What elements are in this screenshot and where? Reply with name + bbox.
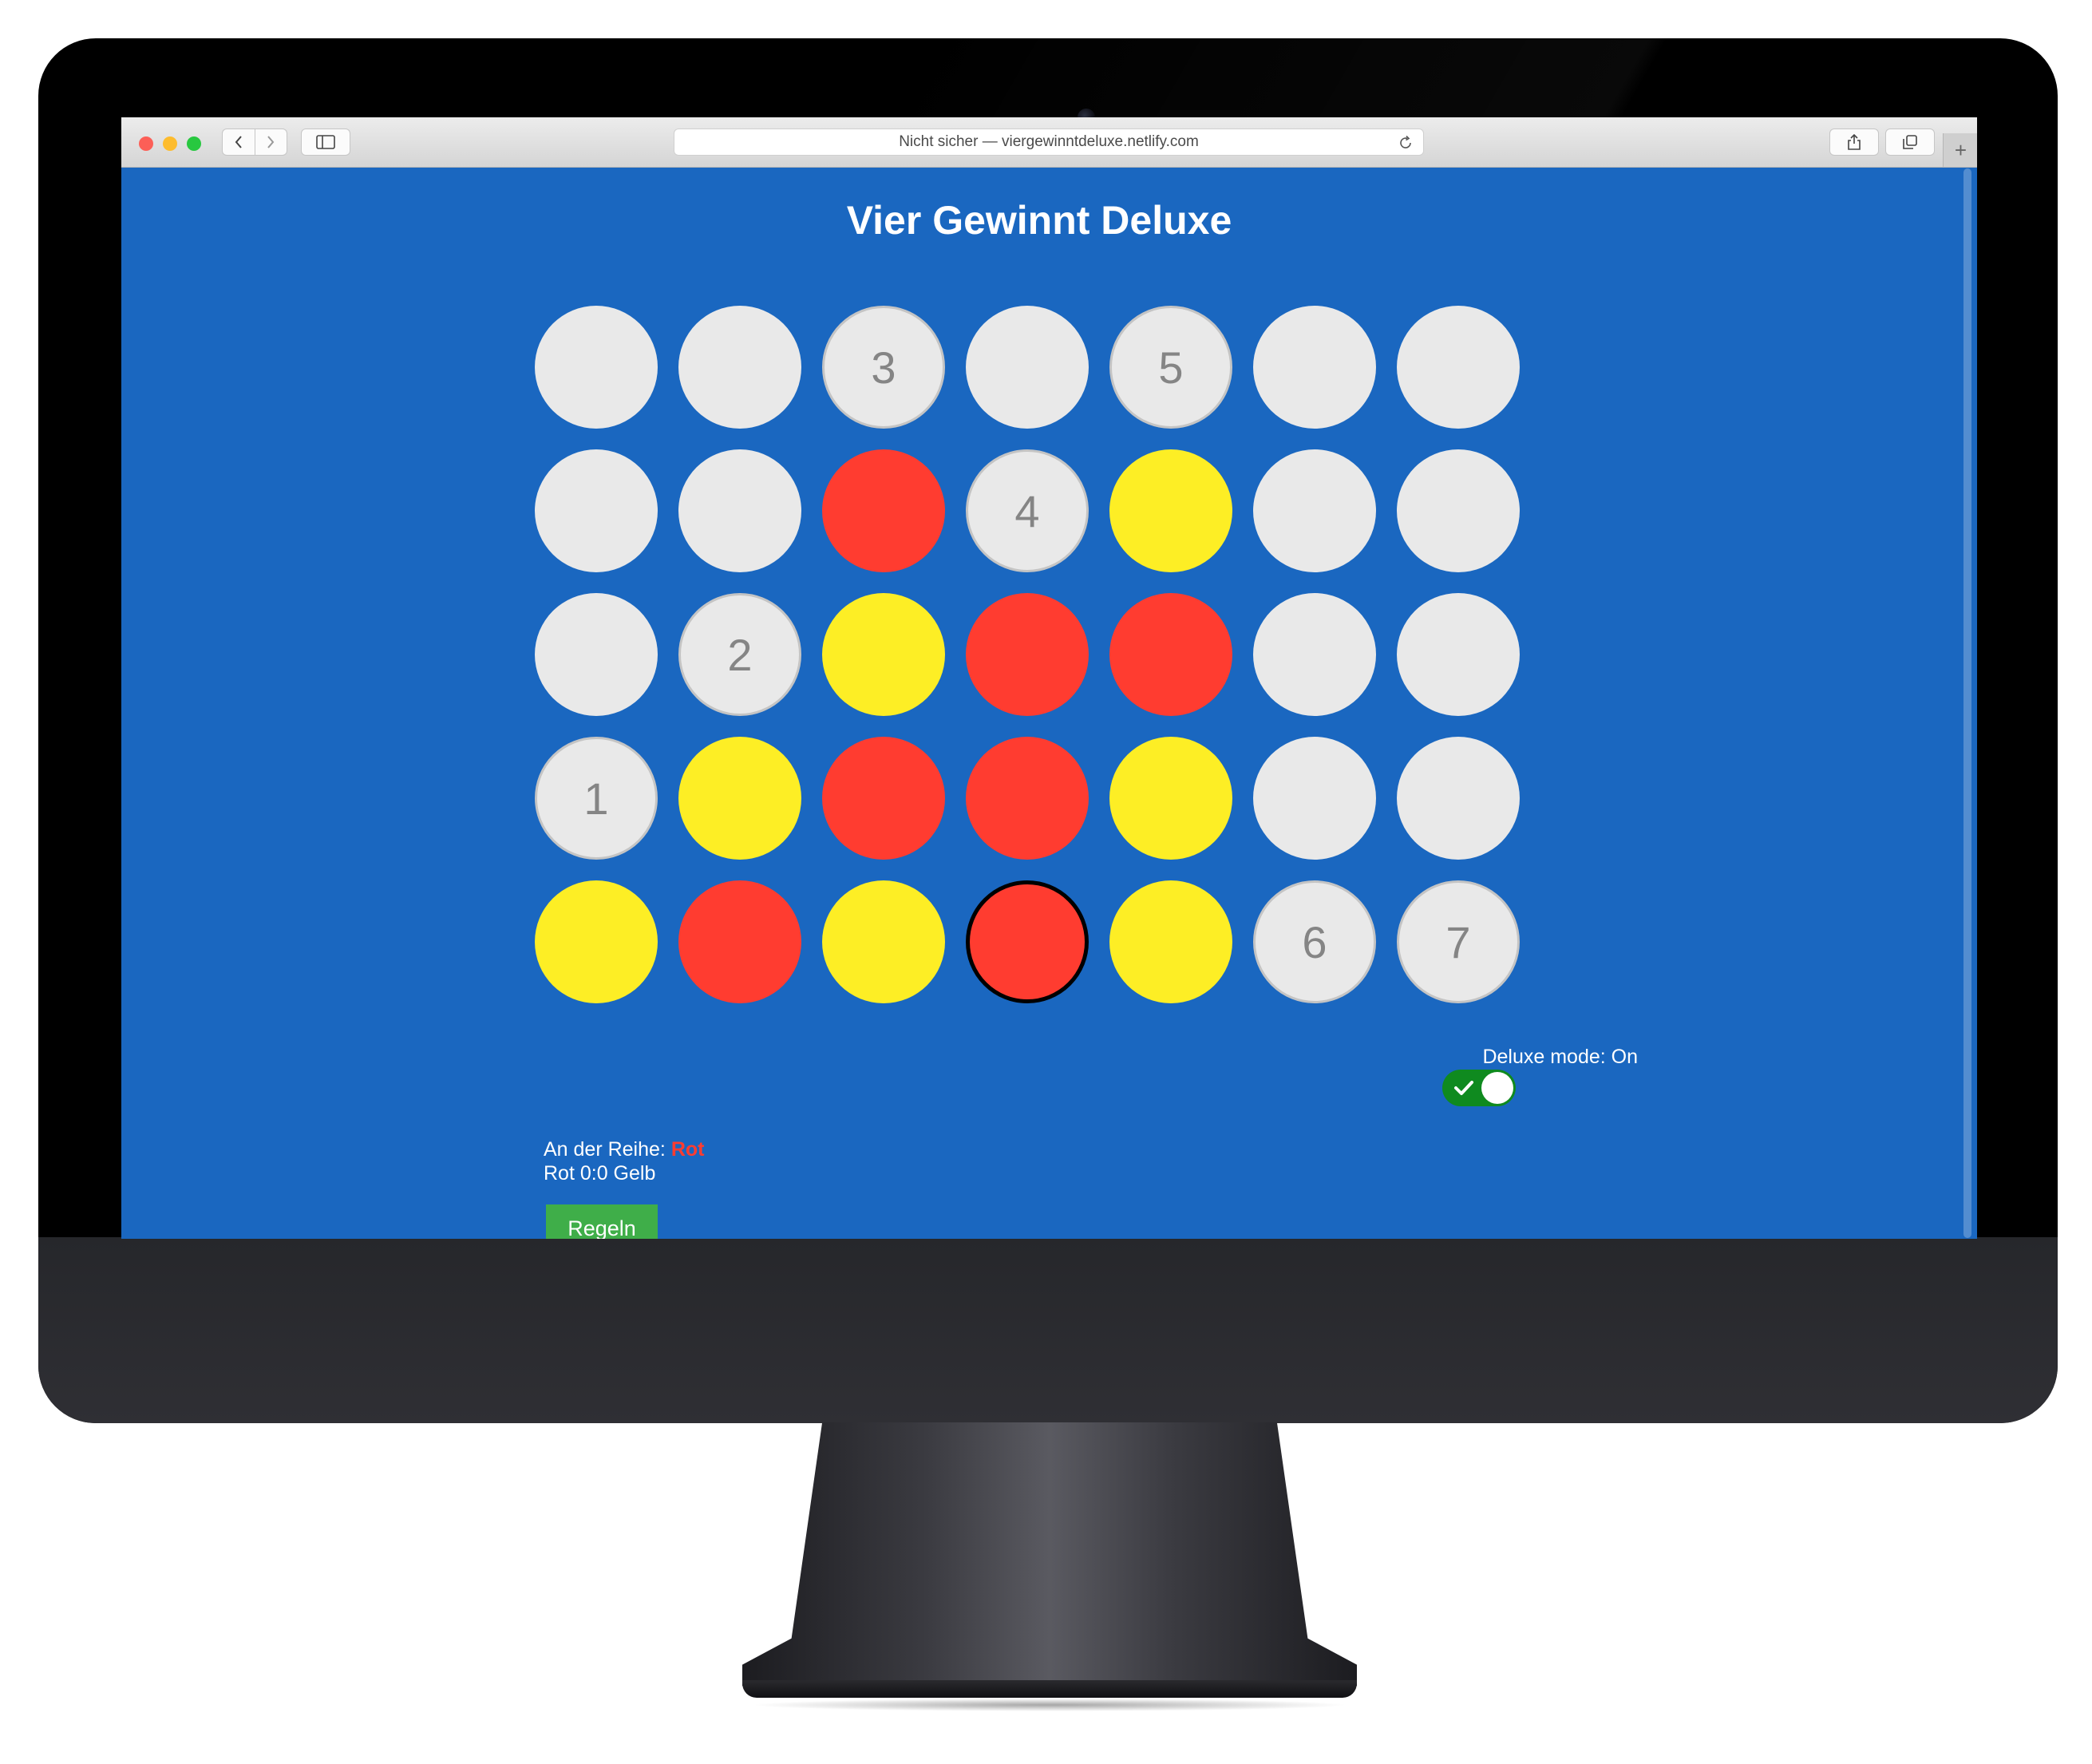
address-bar[interactable]: Nicht sicher — viergewinntdeluxe.netlify… — [674, 129, 1424, 156]
red-piece — [966, 737, 1089, 860]
turn-label: An der Reihe: — [544, 1138, 666, 1161]
yellow-piece — [1109, 449, 1232, 572]
chevron-right-icon — [267, 136, 275, 148]
red-piece — [678, 880, 801, 1003]
yellow-piece — [822, 880, 945, 1003]
empty-cell — [1397, 737, 1520, 860]
fullscreen-window-button[interactable] — [187, 136, 201, 151]
drop-target-cell[interactable]: 3 — [822, 306, 945, 429]
page-scrollbar[interactable] — [1963, 168, 1971, 1238]
empty-cell — [1253, 306, 1376, 429]
show-tabs-button[interactable] — [1885, 129, 1935, 156]
drop-target-cell[interactable]: 6 — [1253, 880, 1376, 1003]
sidebar-icon — [316, 135, 335, 149]
checkmark-icon — [1454, 1081, 1473, 1095]
empty-cell — [966, 306, 1089, 429]
reload-icon[interactable] — [1398, 135, 1414, 151]
navigation-buttons — [222, 129, 287, 156]
turn-player: Rot — [670, 1138, 705, 1161]
empty-cell — [678, 306, 801, 429]
drop-target-cell[interactable]: 1 — [535, 737, 658, 860]
red-piece — [822, 737, 945, 860]
browser-toolbar: Nicht sicher — viergewinntdeluxe.netlify… — [121, 117, 1977, 168]
empty-cell — [1253, 593, 1376, 716]
sidebar-button[interactable] — [301, 129, 350, 156]
empty-cell — [1253, 737, 1376, 860]
browser-window: Nicht sicher — viergewinntdeluxe.netlify… — [121, 117, 1977, 1239]
empty-cell — [535, 593, 658, 716]
empty-cell — [678, 449, 801, 572]
turn-indicator: An der Reihe: Rot — [544, 1137, 704, 1161]
imac-stand — [742, 1422, 1357, 1686]
last-move-red-piece — [966, 880, 1089, 1003]
game-status: An der Reihe: Rot Rot 0:0 Gelb — [544, 1137, 704, 1185]
yellow-piece — [535, 880, 658, 1003]
stand-shadow — [750, 1699, 1349, 1711]
share-icon — [1848, 133, 1861, 150]
share-button[interactable] — [1829, 129, 1879, 156]
plus-icon: + — [1954, 138, 1967, 162]
rules-button[interactable]: Regeln — [546, 1204, 658, 1239]
close-window-button[interactable] — [139, 136, 153, 151]
red-piece — [1109, 593, 1232, 716]
red-piece — [822, 449, 945, 572]
page-title: Vier Gewinnt Deluxe — [846, 198, 1232, 243]
empty-cell — [1253, 449, 1376, 572]
deluxe-mode-label: Deluxe mode: On — [1482, 1046, 1638, 1068]
empty-cell — [535, 449, 658, 572]
empty-cell — [1397, 449, 1520, 572]
drop-target-cell[interactable]: 4 — [966, 449, 1089, 572]
yellow-piece — [1109, 880, 1232, 1003]
drop-target-cell[interactable]: 5 — [1109, 306, 1232, 429]
imac-stand-foot — [742, 1680, 1357, 1698]
deluxe-mode-toggle[interactable] — [1442, 1070, 1516, 1106]
yellow-piece — [822, 593, 945, 716]
drop-target-cell[interactable]: 7 — [1397, 880, 1520, 1003]
yellow-piece — [678, 737, 801, 860]
score-display: Rot 0:0 Gelb — [544, 1162, 656, 1185]
toggle-knob — [1481, 1072, 1513, 1104]
drop-target-cell[interactable]: 2 — [678, 593, 801, 716]
imac-chin — [38, 1237, 2058, 1423]
red-piece — [966, 593, 1089, 716]
yellow-piece — [1109, 737, 1232, 860]
empty-cell — [1397, 593, 1520, 716]
forward-button[interactable] — [255, 129, 287, 155]
chevron-left-icon — [235, 136, 242, 148]
address-text: Nicht sicher — viergewinntdeluxe.netlify… — [899, 133, 1199, 150]
minimize-window-button[interactable] — [163, 136, 177, 151]
empty-cell — [1397, 306, 1520, 429]
game-board: 3 54 21 67 — [535, 306, 1540, 1024]
tabs-overview-icon — [1903, 135, 1917, 149]
empty-cell — [535, 306, 658, 429]
new-tab-button[interactable]: + — [1943, 133, 1977, 167]
back-button[interactable] — [223, 129, 255, 155]
